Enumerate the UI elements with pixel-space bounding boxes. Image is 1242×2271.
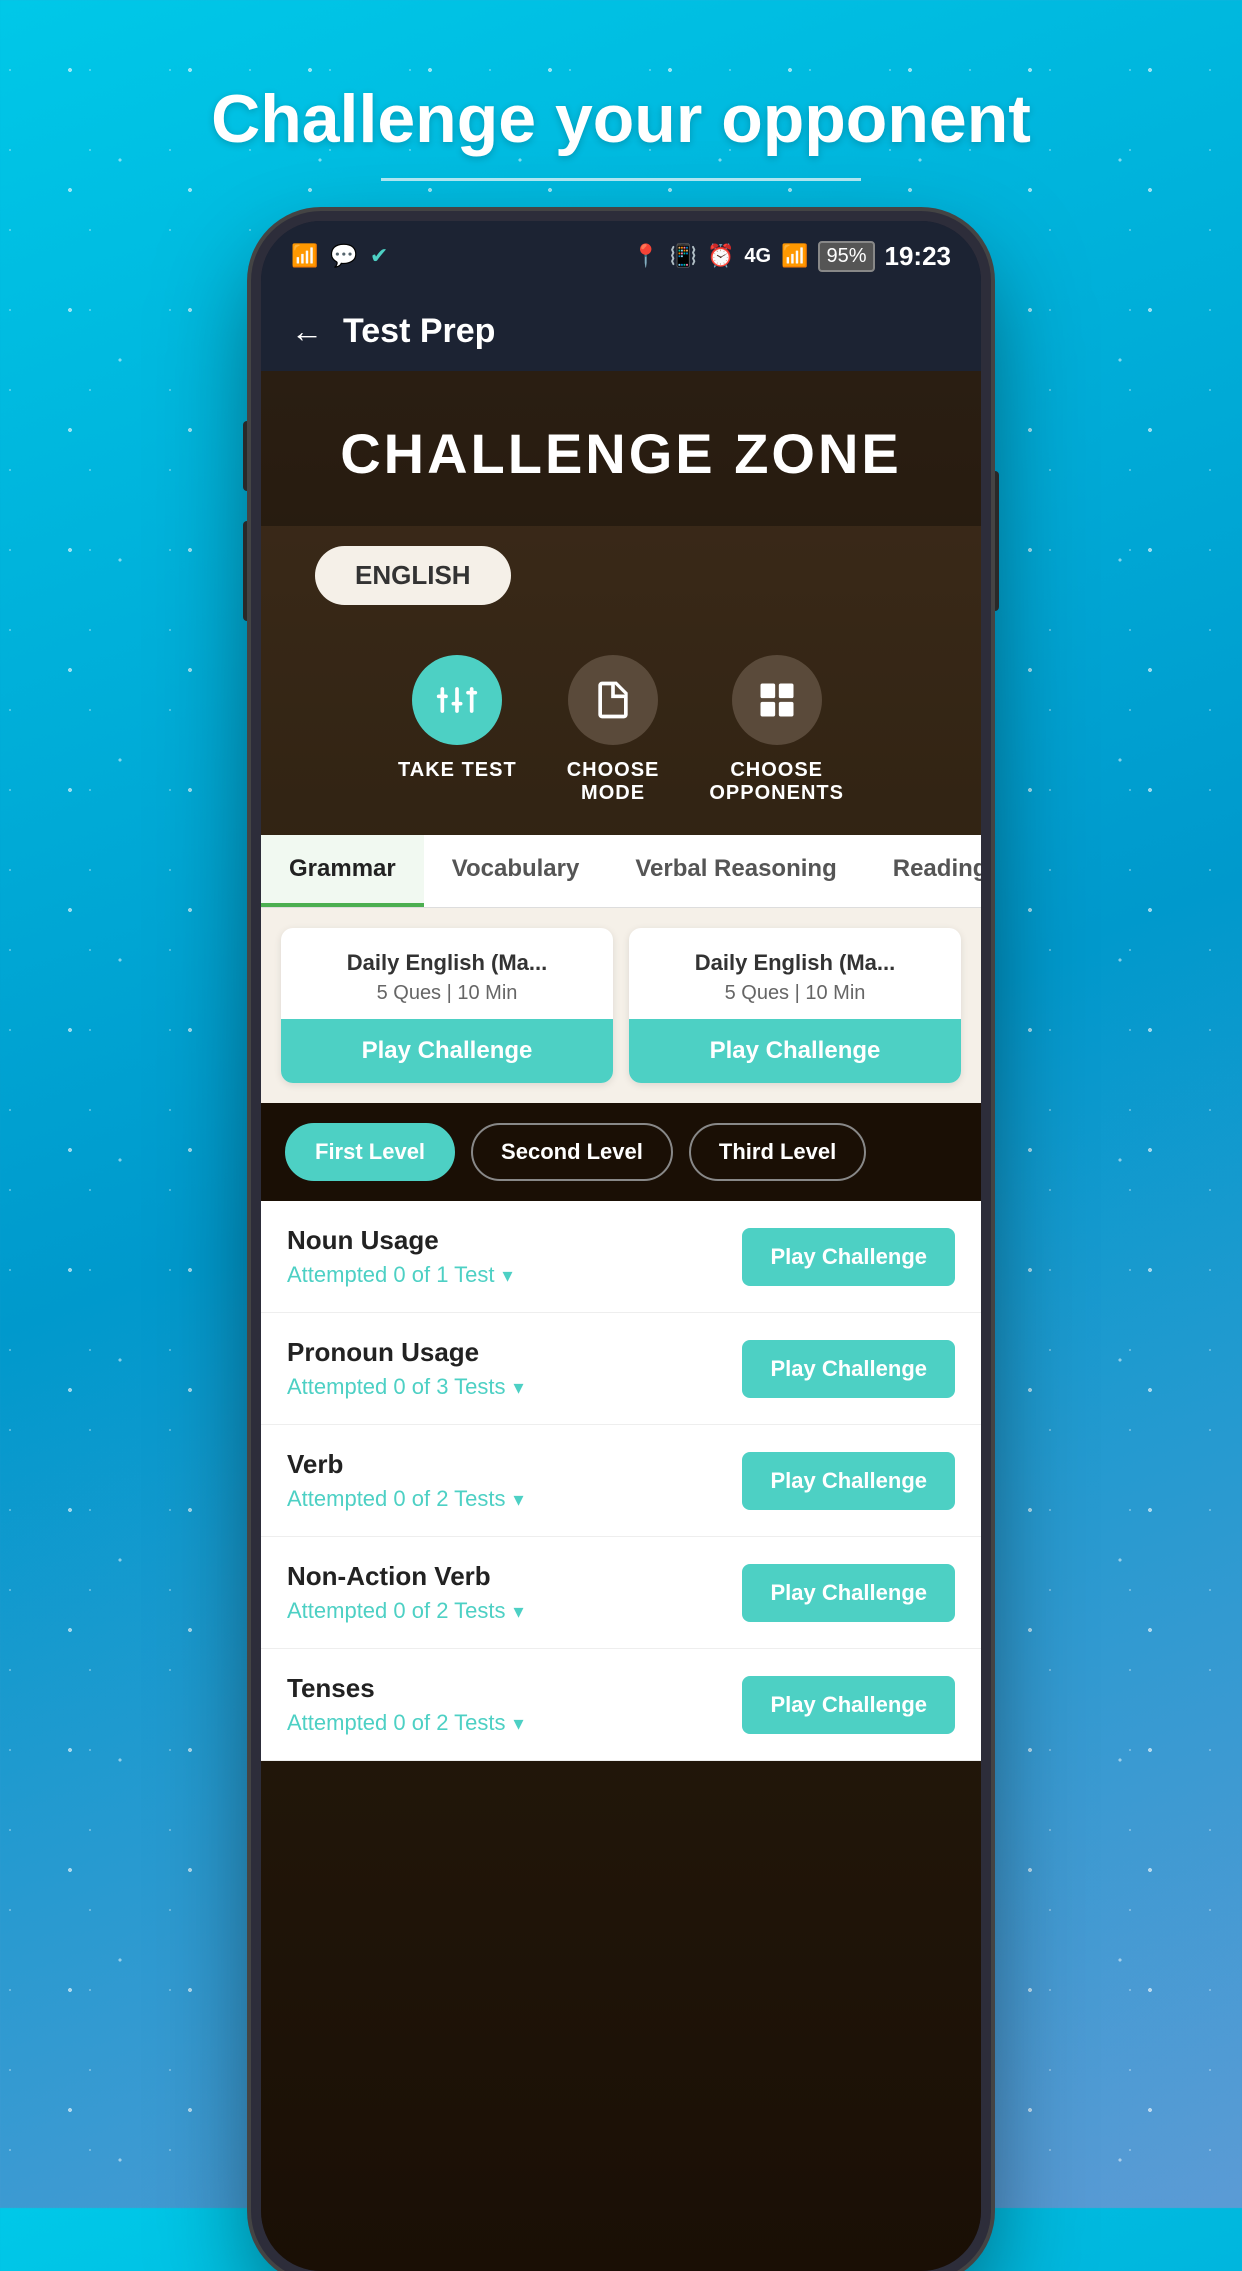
topic-row-noun-usage: Noun Usage Attempted 0 of 1 Test ▾ Play …: [261, 1201, 981, 1313]
challenge-card-1: Daily English (Ma... 5 Ques | 10 Min Pla…: [281, 928, 613, 1083]
non-action-verb-chevron-icon: ▾: [514, 1599, 524, 1624]
level-selector: First Level Second Level Third Level: [261, 1103, 981, 1201]
card-2-title: Daily English (Ma...: [647, 950, 943, 976]
topic-noun-usage-info: Noun Usage Attempted 0 of 1 Test ▾: [287, 1225, 513, 1288]
document-icon: [591, 678, 635, 722]
topic-verb-attempts: Attempted 0 of 2 Tests ▾: [287, 1486, 524, 1512]
page-title: Challenge your opponent: [0, 80, 1242, 158]
topic-tenses-name: Tenses: [287, 1673, 524, 1704]
topic-noun-usage-name: Noun Usage: [287, 1225, 513, 1256]
topic-noun-usage-attempts: Attempted 0 of 1 Test ▾: [287, 1262, 513, 1288]
signal-label: 4G: [744, 245, 771, 268]
back-button[interactable]: ←: [291, 313, 323, 350]
clock: 19:23: [885, 241, 952, 272]
card-1-top: Daily English (Ma... 5 Ques | 10 Min: [281, 928, 613, 1019]
phone-side-button: [243, 421, 253, 491]
vibrate-icon: 📳: [670, 243, 697, 269]
action-icons-row: TAKE TEST CHOOSEMODE: [261, 635, 981, 835]
card-2-top: Daily English (Ma... 5 Ques | 10 Min: [629, 928, 961, 1019]
choose-mode-label: CHOOSEMODE: [567, 759, 660, 805]
tab-grammar[interactable]: Grammar: [261, 835, 424, 907]
location-icon: 📍: [632, 243, 659, 269]
card-2-meta: 5 Ques | 10 Min: [647, 982, 943, 1005]
topic-pronoun-usage-name: Pronoun Usage: [287, 1337, 524, 1368]
action-choose-opponents[interactable]: CHOOSEOPPONENTS: [709, 655, 844, 805]
phone-frame: 📶 💬 ✔ 📍 📳 ⏰ 4G 📶 95% 19:23 ← Test Prep: [261, 221, 981, 2271]
alarm-icon: ⏰: [707, 243, 734, 269]
topic-tenses-info: Tenses Attempted 0 of 2 Tests ▾: [287, 1673, 524, 1736]
noun-usage-chevron-icon: ▾: [503, 1263, 513, 1288]
action-choose-mode[interactable]: CHOOSEMODE: [567, 655, 660, 805]
verb-chevron-icon: ▾: [514, 1487, 524, 1512]
topic-row-pronoun-usage: Pronoun Usage Attempted 0 of 3 Tests ▾ P…: [261, 1313, 981, 1425]
app-bar: ← Test Prep: [261, 291, 981, 371]
app-bar-title: Test Prep: [343, 312, 495, 351]
topic-non-action-verb-name: Non-Action Verb: [287, 1561, 524, 1592]
card-1-play-button[interactable]: Play Challenge: [281, 1019, 613, 1083]
level-first-button[interactable]: First Level: [285, 1123, 455, 1181]
tab-vocabulary[interactable]: Vocabulary: [424, 835, 608, 907]
choose-opponents-label: CHOOSEOPPONENTS: [709, 759, 844, 805]
phone-power-button: [989, 471, 999, 611]
topic-pronoun-usage-info: Pronoun Usage Attempted 0 of 3 Tests ▾: [287, 1337, 524, 1400]
sliders-icon: [435, 678, 479, 722]
topic-pronoun-usage-attempts: Attempted 0 of 3 Tests ▾: [287, 1374, 524, 1400]
topic-verb-name: Verb: [287, 1449, 524, 1480]
check-icon: ✔: [370, 243, 388, 269]
topics-list: Noun Usage Attempted 0 of 1 Test ▾ Play …: [261, 1201, 981, 1761]
status-left-icons: 📶 💬 ✔: [291, 243, 388, 269]
subject-pill[interactable]: ENGLISH: [315, 546, 511, 605]
page-header: Challenge your opponent: [0, 0, 1242, 221]
topic-row-verb: Verb Attempted 0 of 2 Tests ▾ Play Chall…: [261, 1425, 981, 1537]
noun-usage-play-button[interactable]: Play Challenge: [742, 1228, 955, 1286]
topic-row-tenses: Tenses Attempted 0 of 2 Tests ▾ Play Cha…: [261, 1649, 981, 1761]
topic-tenses-attempts: Attempted 0 of 2 Tests ▾: [287, 1710, 524, 1736]
pronoun-usage-chevron-icon: ▾: [514, 1375, 524, 1400]
tenses-chevron-icon: ▾: [514, 1711, 524, 1736]
pronoun-usage-play-button[interactable]: Play Challenge: [742, 1340, 955, 1398]
choose-mode-icon-circle: [568, 655, 658, 745]
signal-bars-icon: 📶: [781, 243, 808, 269]
topic-verb-info: Verb Attempted 0 of 2 Tests ▾: [287, 1449, 524, 1512]
status-right-icons: 📍 📳 ⏰ 4G 📶 95% 19:23: [632, 241, 951, 272]
challenge-zone-header: CHALLENGE ZONE: [261, 371, 981, 526]
challenge-cards-row: Daily English (Ma... 5 Ques | 10 Min Pla…: [261, 908, 981, 1103]
take-test-label: TAKE TEST: [398, 759, 517, 782]
take-test-icon-circle: [412, 655, 502, 745]
header-underline: [381, 178, 861, 181]
card-1-meta: 5 Ques | 10 Min: [299, 982, 595, 1005]
wifi-icon: 📶: [291, 243, 318, 269]
tenses-play-button[interactable]: Play Challenge: [742, 1676, 955, 1734]
challenge-zone-title: CHALLENGE ZONE: [281, 421, 961, 486]
topic-row-non-action-verb: Non-Action Verb Attempted 0 of 2 Tests ▾…: [261, 1537, 981, 1649]
notification-icon: 💬: [330, 243, 357, 269]
topic-non-action-verb-info: Non-Action Verb Attempted 0 of 2 Tests ▾: [287, 1561, 524, 1624]
status-bar: 📶 💬 ✔ 📍 📳 ⏰ 4G 📶 95% 19:23: [261, 221, 981, 291]
phone-side-button-2: [243, 521, 253, 621]
topic-non-action-verb-attempts: Attempted 0 of 2 Tests ▾: [287, 1598, 524, 1624]
tab-reading-comprehension[interactable]: Reading Compreh...: [865, 835, 981, 907]
level-second-button[interactable]: Second Level: [471, 1123, 673, 1181]
card-2-play-button[interactable]: Play Challenge: [629, 1019, 961, 1083]
battery-indicator: 95%: [818, 241, 874, 272]
card-1-title: Daily English (Ma...: [299, 950, 595, 976]
main-content: CHALLENGE ZONE ENGLISH: [261, 371, 981, 2271]
verb-play-button[interactable]: Play Challenge: [742, 1452, 955, 1510]
action-take-test[interactable]: TAKE TEST: [398, 655, 517, 805]
tabs-container: Grammar Vocabulary Verbal Reasoning Read…: [261, 835, 981, 908]
non-action-verb-play-button[interactable]: Play Challenge: [742, 1564, 955, 1622]
tab-verbal-reasoning[interactable]: Verbal Reasoning: [607, 835, 864, 907]
grid-icon: [755, 678, 799, 722]
level-third-button[interactable]: Third Level: [689, 1123, 866, 1181]
challenge-card-2: Daily English (Ma... 5 Ques | 10 Min Pla…: [629, 928, 961, 1083]
choose-opponents-icon-circle: [732, 655, 822, 745]
